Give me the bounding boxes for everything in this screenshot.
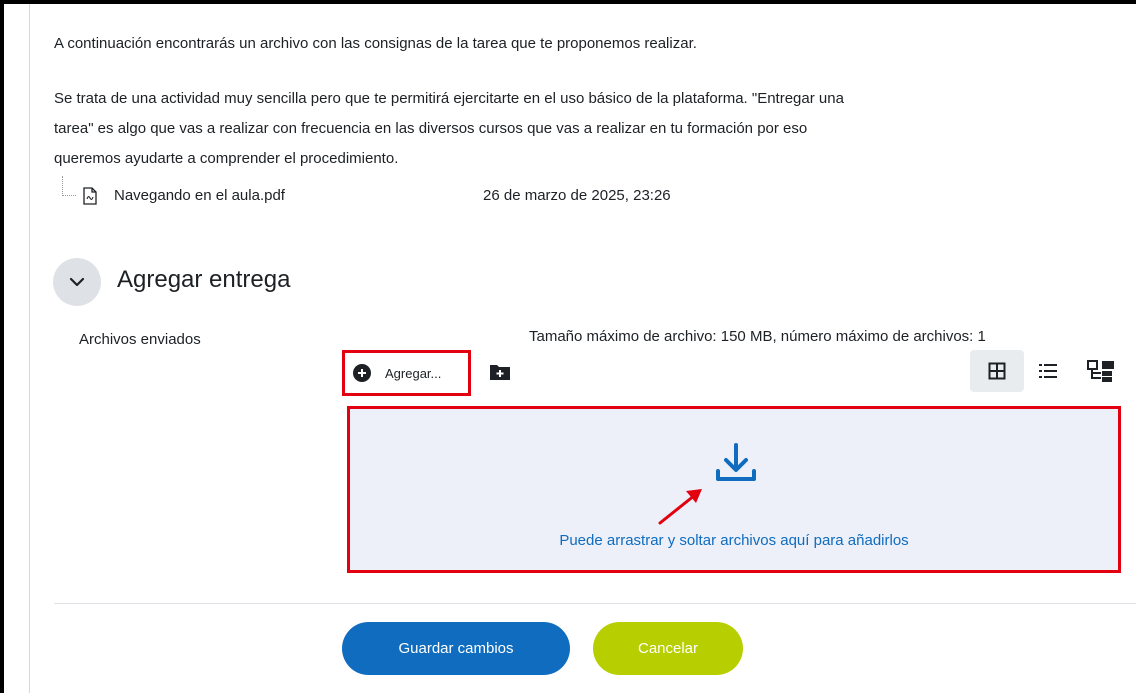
window-frame-top bbox=[0, 0, 1136, 4]
attachment-date: 26 de marzo de 2025, 23:26 bbox=[483, 187, 671, 204]
plus-circle-icon bbox=[353, 364, 371, 382]
file-tree-connector bbox=[62, 176, 76, 196]
list-view-icon[interactable] bbox=[1036, 360, 1060, 382]
pdf-file-icon bbox=[83, 187, 97, 205]
add-file-button[interactable]: Agregar... bbox=[342, 350, 471, 396]
folder-plus-icon[interactable] bbox=[489, 362, 511, 382]
field-label: Archivos enviados bbox=[79, 331, 201, 348]
attachment-link[interactable]: Navegando en el aula.pdf bbox=[114, 184, 285, 208]
intro-line-2: Se trata de una actividad muy sencilla p… bbox=[54, 90, 844, 107]
annotation-arrow bbox=[658, 489, 702, 525]
grid-view-button[interactable] bbox=[970, 350, 1024, 392]
form-divider bbox=[54, 603, 1136, 604]
grid-view-icon bbox=[988, 362, 1006, 380]
intro-line-4: queremos ayudarte a comprender el proced… bbox=[54, 150, 399, 167]
intro-line-3: tarea" es algo que vas a realizar con fr… bbox=[54, 120, 808, 137]
save-changes-button[interactable]: Guardar cambios bbox=[342, 622, 570, 675]
content-outline bbox=[29, 4, 30, 693]
intro-line-1: A continuación encontrarás un archivo co… bbox=[54, 35, 697, 52]
section-title: Agregar entrega bbox=[117, 266, 291, 293]
add-file-label: Agregar... bbox=[385, 365, 442, 381]
chevron-down-icon bbox=[69, 277, 85, 287]
dropzone-text: Puede arrastrar y soltar archivos aquí p… bbox=[559, 532, 909, 549]
download-icon bbox=[716, 443, 756, 481]
cancel-button[interactable]: Cancelar bbox=[593, 622, 743, 675]
window-frame-left bbox=[0, 0, 4, 693]
file-dropzone[interactable]: Puede arrastrar y soltar archivos aquí p… bbox=[347, 406, 1121, 573]
tree-view-icon[interactable] bbox=[1086, 358, 1122, 384]
file-limits: Tamaño máximo de archivo: 150 MB, número… bbox=[529, 328, 986, 345]
section-collapse-button[interactable] bbox=[53, 258, 101, 306]
